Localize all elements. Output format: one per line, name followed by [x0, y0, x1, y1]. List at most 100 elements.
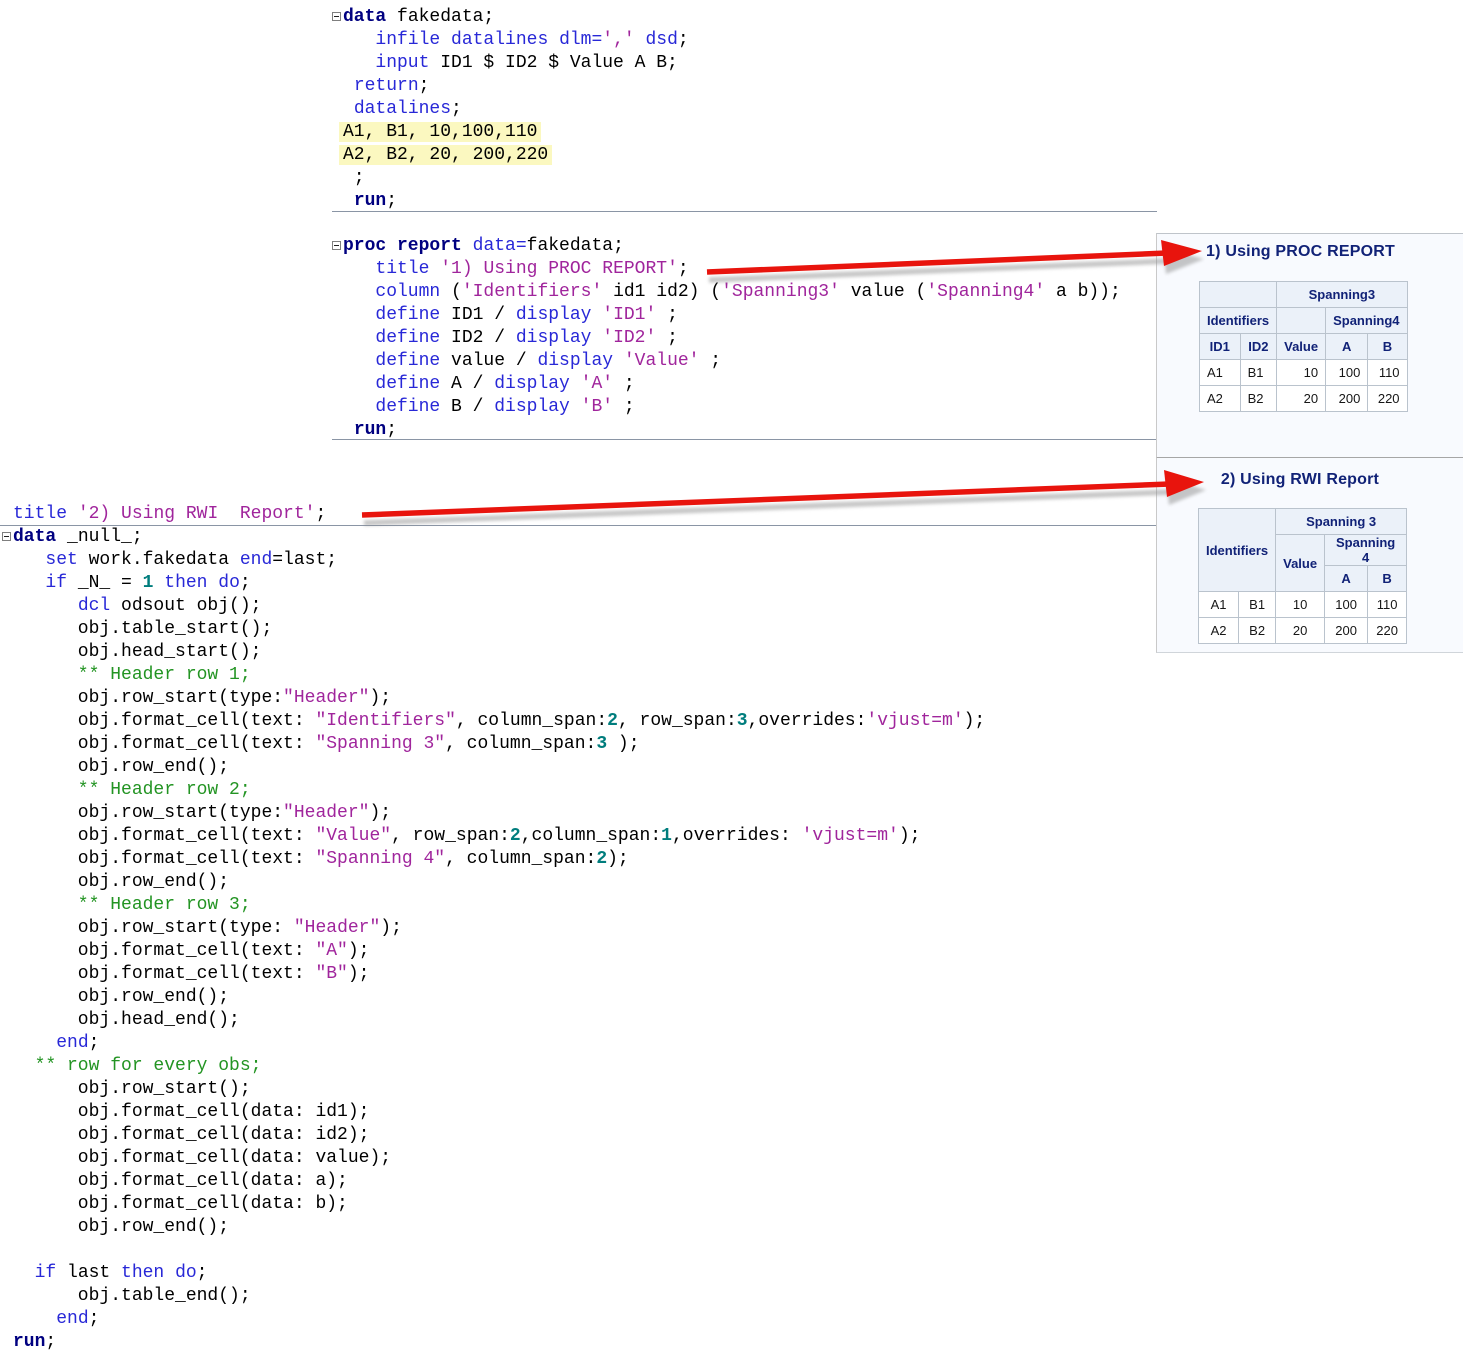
code-line: obj.format_cell(data: b); [2, 1193, 348, 1216]
code-line: end; [2, 1308, 99, 1331]
data-cell: B1 [1239, 592, 1276, 618]
code-line: obj.format_cell(data: id1); [2, 1101, 369, 1124]
code-line: input ID1 $ ID2 $ Value A B; [332, 52, 678, 75]
data-cell: 20 [1276, 618, 1325, 644]
collapse-minus-icon[interactable] [2, 532, 11, 541]
header-cell: Spanning3 [1277, 282, 1407, 308]
output-title-rwi-report: 2) Using RWI Report [1198, 471, 1402, 489]
header-cell: Value [1276, 535, 1325, 592]
data-cell: 100 [1325, 592, 1368, 618]
header-cell: B [1368, 566, 1407, 592]
code-line: ** Header row 2; [2, 779, 251, 802]
data-cell: B2 [1240, 386, 1277, 412]
table-row: Spanning3 [1200, 282, 1408, 308]
arrow-shadow [709, 248, 1204, 280]
code-line: data fakedata; [332, 6, 494, 29]
data-cell: 100 [1326, 360, 1368, 386]
code-line: datalines; [332, 98, 462, 121]
code-line: obj.format_cell(text: "Identifiers", col… [2, 710, 985, 733]
editor-section-divider [0, 525, 1156, 526]
data-cell: A1 [1200, 360, 1241, 386]
code-line: A2, B2, 20, 200,220 [332, 144, 552, 167]
code-line: obj.format_cell(text: "Value", row_span:… [2, 825, 920, 848]
code-line: obj.row_end(); [2, 986, 229, 1009]
code-line: ** row for every obs; [2, 1055, 261, 1078]
code-line: obj.row_start(type: "Header"); [2, 917, 402, 940]
code-line: obj.format_cell(text: "B"); [2, 963, 369, 986]
data-cell: 200 [1325, 618, 1368, 644]
proc-report-output-table: Spanning3Identifiers Spanning4ID1ID2Value… [1199, 281, 1408, 412]
table-row: ID1ID2ValueAB [1200, 334, 1408, 360]
output-panel-rwi-report: 2) Using RWI Report IdentifiersSpanning … [1156, 458, 1463, 653]
code-line: proc report data=fakedata; [332, 235, 624, 258]
data-cell: 10 [1277, 360, 1326, 386]
arrow-to-rwi-output [362, 470, 1204, 515]
code-line: obj.row_end(); [2, 871, 229, 894]
data-cell: 20 [1277, 386, 1326, 412]
code-line: column ('Identifiers' id1 id2) ('Spannin… [332, 281, 1121, 304]
output-title-proc-report: 1) Using PROC REPORT [1199, 243, 1402, 261]
table-row: IdentifiersSpanning 3 [1199, 509, 1407, 535]
code-line: obj.head_end(); [2, 1009, 240, 1032]
code-line: obj.table_start(); [2, 618, 272, 641]
code-line: obj.head_start(); [2, 641, 261, 664]
code-line: end; [2, 1032, 99, 1055]
code-line: data _null_; [2, 526, 143, 549]
header-cell: Identifiers [1200, 308, 1277, 334]
header-cell: Spanning 3 [1276, 509, 1407, 535]
code-line: A1, B1, 10,100,110 [332, 121, 541, 144]
data-cell: A2 [1199, 618, 1239, 644]
datalines-highlight: A2, B2, 20, 200,220 [339, 145, 552, 165]
code-line: infile datalines dlm=',' dsd; [332, 29, 689, 52]
table-row: A1B110100110 [1199, 592, 1407, 618]
code-line: set work.fakedata end=last; [2, 549, 337, 572]
code-line: obj.row_start(type:"Header"); [2, 802, 391, 825]
table-row: A1B110100110 [1200, 360, 1408, 386]
code-line: return; [332, 75, 429, 98]
code-line: obj.format_cell(text: "A"); [2, 940, 369, 963]
collapse-minus-icon[interactable] [332, 12, 341, 21]
data-cell: 200 [1326, 386, 1368, 412]
code-line: define B / display 'B' ; [332, 396, 635, 419]
arrow-shadow [364, 478, 1206, 523]
data-cell: 220 [1368, 386, 1407, 412]
data-cell: A1 [1199, 592, 1239, 618]
code-line: define ID1 / display 'ID1' ; [332, 304, 678, 327]
rwi-report-output-table: IdentifiersSpanning 3ValueSpanning 4ABA1… [1198, 508, 1407, 644]
data-cell: B2 [1239, 618, 1276, 644]
table-row: A2B220200220 [1199, 618, 1407, 644]
header-cell: Spanning4 [1326, 308, 1407, 334]
code-line: ** Header row 3; [2, 894, 251, 917]
header-cell: B [1368, 334, 1407, 360]
code-line: obj.format_cell(text: "Spanning 3", colu… [2, 733, 640, 756]
data-cell: 220 [1368, 618, 1407, 644]
code-line: dcl odsout obj(); [2, 595, 261, 618]
code-line: ; [332, 167, 365, 190]
code-line: obj.table_end(); [2, 1285, 251, 1308]
code-line: title '1) Using PROC REPORT'; [332, 258, 689, 281]
header-cell: A [1325, 566, 1368, 592]
code-line: obj.format_cell(data: value); [2, 1147, 391, 1170]
data-cell: 110 [1368, 592, 1407, 618]
arrow-to-proc-report-output [707, 240, 1202, 272]
code-line: ** Header row 1; [2, 664, 251, 687]
data-cell: 110 [1368, 360, 1407, 386]
header-cell: Spanning 4 [1325, 535, 1407, 566]
collapse-minus-icon[interactable] [332, 241, 341, 250]
editor-section-divider [332, 439, 1157, 440]
code-line: obj.format_cell(text: "Spanning 4", colu… [2, 848, 629, 871]
header-cell [1277, 308, 1326, 334]
header-cell [1200, 282, 1277, 308]
code-line: obj.row_end(); [2, 1216, 229, 1239]
editor-section-divider [332, 211, 1157, 212]
code-line [2, 1239, 13, 1262]
header-cell: ID1 [1200, 334, 1241, 360]
header-cell: Identifiers [1199, 509, 1276, 592]
code-line: title '2) Using RWI Report'; [2, 503, 326, 526]
code-line: obj.format_cell(data: id2); [2, 1124, 369, 1147]
header-cell: ID2 [1240, 334, 1277, 360]
code-line: if last then do; [2, 1262, 207, 1285]
code-line: define ID2 / display 'ID2' ; [332, 327, 678, 350]
datalines-highlight: A1, B1, 10,100,110 [339, 122, 541, 142]
data-cell: B1 [1240, 360, 1277, 386]
